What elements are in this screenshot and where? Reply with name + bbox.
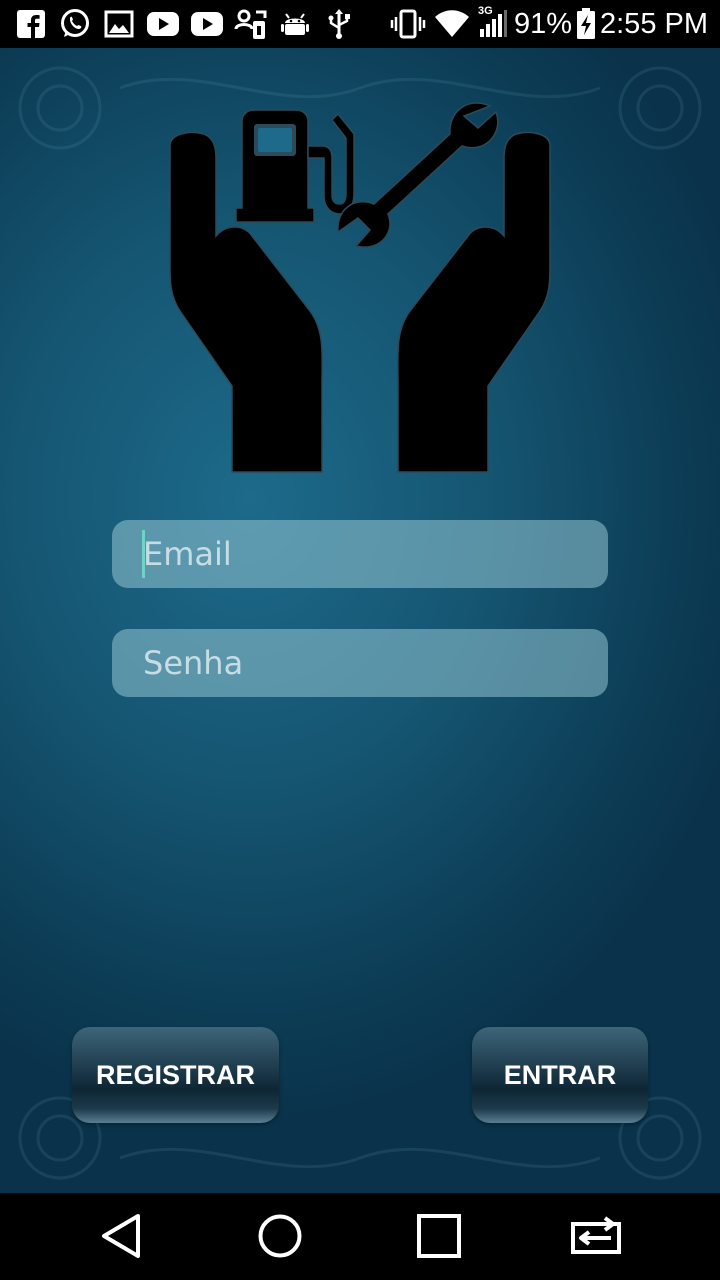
- system-icons: 3G 91% 2:55 PM: [382, 0, 708, 48]
- battery-charging-icon: [576, 8, 596, 40]
- clock: 2:55 PM: [600, 7, 708, 40]
- network-type-label: 3G: [477, 5, 493, 17]
- vibrate-icon: [390, 9, 426, 39]
- login-screen: REGISTRAR ENTRAR: [0, 48, 720, 1193]
- switch-apps-icon: [571, 1216, 621, 1254]
- gallery-icon: [102, 7, 136, 41]
- home-circle-icon: [258, 1214, 302, 1258]
- home-button[interactable]: [245, 1203, 315, 1269]
- wifi-icon: [434, 10, 470, 38]
- youtube-icon: [146, 7, 180, 41]
- email-input[interactable]: [143, 535, 583, 573]
- whatsapp-icon: [58, 7, 92, 41]
- status-bar: 3G 91% 2:55 PM: [0, 0, 720, 48]
- usb-icon: [322, 7, 356, 41]
- back-triangle-icon: [102, 1214, 140, 1258]
- recents-button[interactable]: [404, 1203, 474, 1269]
- battery-percent: 91%: [513, 7, 572, 40]
- back-button[interactable]: [86, 1203, 156, 1269]
- recents-square-icon: [417, 1214, 461, 1258]
- signal-icon: 3G: [478, 5, 508, 39]
- switch-apps-button[interactable]: [562, 1203, 632, 1269]
- android-icon: [278, 7, 312, 41]
- email-field-container[interactable]: [112, 520, 608, 588]
- text-cursor: [142, 530, 145, 578]
- notification-icons: [14, 0, 366, 48]
- youtube-icon: [190, 7, 224, 41]
- register-button[interactable]: REGISTRAR: [72, 1027, 279, 1123]
- hands-fuel-wrench-logo: [169, 102, 551, 473]
- password-input[interactable]: [143, 644, 583, 682]
- facebook-icon: [14, 7, 48, 41]
- navigation-bar: [0, 1193, 720, 1280]
- password-field-container[interactable]: [112, 629, 608, 697]
- screen: 3G 91% 2:55 PM Email REGISTRAR ENTRAR: [0, 0, 720, 1280]
- contacts-sync-icon: [234, 7, 268, 41]
- enter-button[interactable]: ENTRAR: [472, 1027, 648, 1123]
